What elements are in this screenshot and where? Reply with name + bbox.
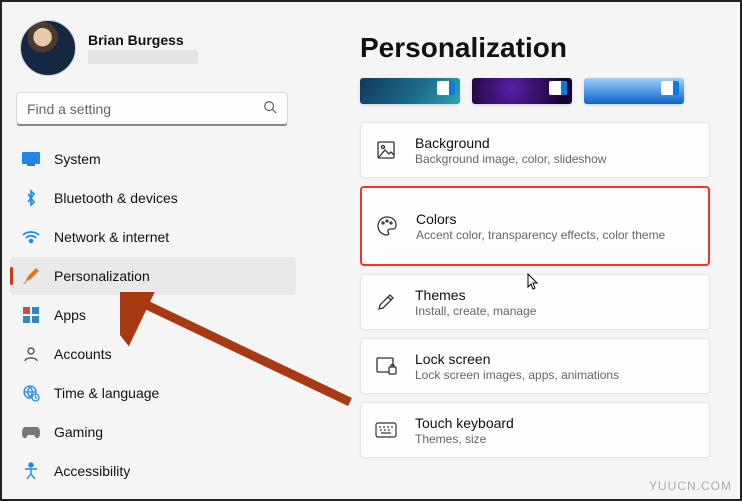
- card-desc: Themes, size: [415, 432, 514, 446]
- card-text: Colors Accent color, transparency effect…: [416, 211, 665, 242]
- profile-block[interactable]: Brian Burgess: [10, 14, 302, 82]
- paintbrush-icon: [22, 267, 40, 285]
- search-placeholder: Find a setting: [27, 101, 111, 117]
- avatar: [20, 20, 76, 76]
- card-themes[interactable]: Themes Install, create, manage: [360, 274, 710, 330]
- sidebar-item-label: Time & language: [54, 385, 159, 401]
- sidebar-item-personalization[interactable]: Personalization: [10, 257, 296, 295]
- sidebar-item-network[interactable]: Network & internet: [10, 218, 296, 256]
- page-title: Personalization: [360, 32, 740, 64]
- sidebar-item-label: Network & internet: [54, 229, 169, 245]
- sidebar-item-label: System: [54, 151, 101, 167]
- sidebar-item-time-language[interactable]: Time & language: [10, 374, 296, 412]
- card-title: Themes: [415, 287, 536, 303]
- watermark: YUUCN.COM: [649, 479, 732, 493]
- keyboard-icon: [375, 419, 397, 441]
- card-text: Touch keyboard Themes, size: [415, 415, 514, 446]
- lock-screen-icon: [375, 355, 397, 377]
- sidebar: Brian Burgess Find a setting System Blue…: [2, 2, 302, 499]
- card-desc: Accent color, transparency effects, colo…: [416, 228, 665, 242]
- sidebar-item-accounts[interactable]: Accounts: [10, 335, 296, 373]
- accounts-icon: [22, 345, 40, 363]
- sidebar-item-label: Accounts: [54, 346, 112, 362]
- card-text: Background Background image, color, slid…: [415, 135, 606, 166]
- card-title: Background: [415, 135, 606, 151]
- card-background[interactable]: Background Background image, color, slid…: [360, 122, 710, 178]
- sidebar-item-accessibility[interactable]: Accessibility: [10, 452, 296, 490]
- globe-clock-icon: [22, 384, 40, 402]
- card-desc: Background image, color, slideshow: [415, 152, 606, 166]
- theme-thumbnail[interactable]: [584, 78, 684, 104]
- profile-email-placeholder: [88, 50, 198, 64]
- search-wrap: Find a setting: [10, 82, 302, 134]
- sidebar-item-label: Apps: [54, 307, 86, 323]
- profile-text: Brian Burgess: [88, 32, 198, 64]
- sidebar-item-apps[interactable]: Apps: [10, 296, 296, 334]
- sidebar-item-label: Gaming: [54, 424, 103, 440]
- sidebar-item-label: Personalization: [54, 268, 150, 284]
- card-text: Lock screen Lock screen images, apps, an…: [415, 351, 619, 382]
- sidebar-item-system[interactable]: System: [10, 140, 296, 178]
- theme-thumbnail[interactable]: [360, 78, 460, 104]
- card-touch-keyboard[interactable]: Touch keyboard Themes, size: [360, 402, 710, 458]
- card-colors[interactable]: Colors Accent color, transparency effect…: [360, 186, 710, 266]
- card-text: Themes Install, create, manage: [415, 287, 536, 318]
- card-title: Touch keyboard: [415, 415, 514, 431]
- sidebar-item-label: Accessibility: [54, 463, 130, 479]
- accessibility-icon: [22, 462, 40, 480]
- sidebar-item-label: Bluetooth & devices: [54, 190, 178, 206]
- search-icon: [263, 100, 277, 117]
- profile-name: Brian Burgess: [88, 32, 198, 48]
- apps-icon: [22, 306, 40, 324]
- card-desc: Lock screen images, apps, animations: [415, 368, 619, 382]
- bluetooth-icon: [22, 189, 40, 207]
- system-icon: [22, 150, 40, 168]
- settings-cards: Background Background image, color, slid…: [360, 122, 740, 458]
- gamepad-icon: [22, 423, 40, 441]
- card-lockscreen[interactable]: Lock screen Lock screen images, apps, an…: [360, 338, 710, 394]
- sidebar-item-bluetooth[interactable]: Bluetooth & devices: [10, 179, 296, 217]
- search-input[interactable]: Find a setting: [16, 92, 288, 126]
- theme-thumbnails: [360, 78, 740, 104]
- sidebar-nav: System Bluetooth & devices Network & int…: [10, 140, 302, 490]
- main-content: Personalization Background Background im…: [360, 2, 740, 499]
- sidebar-item-gaming[interactable]: Gaming: [10, 413, 296, 451]
- card-title: Lock screen: [415, 351, 619, 367]
- palette-icon: [376, 215, 398, 237]
- image-icon: [375, 139, 397, 161]
- theme-thumbnail[interactable]: [472, 78, 572, 104]
- pencil-icon: [375, 291, 397, 313]
- card-title: Colors: [416, 211, 665, 227]
- wifi-icon: [22, 228, 40, 246]
- card-desc: Install, create, manage: [415, 304, 536, 318]
